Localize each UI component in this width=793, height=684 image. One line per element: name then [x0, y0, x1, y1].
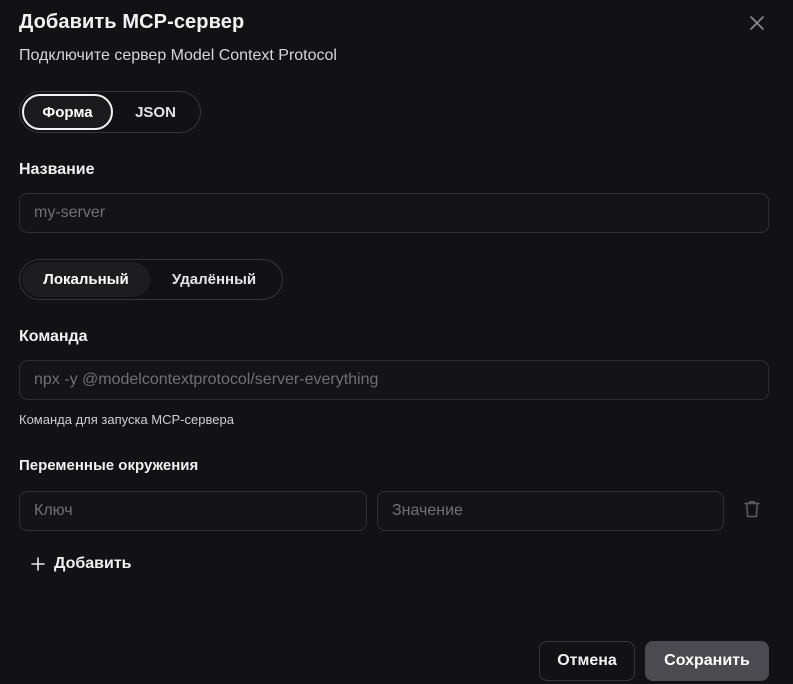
- tab-json[interactable]: JSON: [113, 94, 198, 130]
- command-hint: Команда для запуска MCP-сервера: [19, 412, 234, 427]
- trash-icon: [744, 501, 760, 518]
- name-label: Название: [19, 161, 95, 178]
- env-value-input[interactable]: [377, 491, 724, 531]
- close-icon: [750, 16, 764, 30]
- mode-toggle: Форма JSON: [19, 91, 201, 133]
- command-input[interactable]: [19, 360, 769, 400]
- add-env-label: Добавить: [54, 555, 132, 572]
- close-button[interactable]: [746, 12, 768, 34]
- name-input[interactable]: [19, 193, 769, 233]
- tab-local[interactable]: Локальный: [22, 262, 150, 297]
- env-key-input[interactable]: [19, 491, 367, 531]
- cancel-button[interactable]: Отмена: [539, 641, 635, 681]
- tab-form[interactable]: Форма: [22, 94, 113, 130]
- server-type-toggle: Локальный Удалённый: [19, 259, 283, 300]
- add-mcp-server-dialog: Добавить MCP-сервер Подключите сервер Mo…: [0, 0, 793, 684]
- plus-icon: [31, 557, 45, 571]
- dialog-title: Добавить MCP-сервер: [19, 11, 245, 33]
- command-label: Команда: [19, 328, 88, 345]
- delete-env-button[interactable]: [742, 498, 762, 520]
- save-button[interactable]: Сохранить: [645, 641, 769, 681]
- env-vars-label: Переменные окружения: [19, 457, 199, 474]
- tab-remote[interactable]: Удалённый: [150, 262, 278, 297]
- add-env-button[interactable]: Добавить: [30, 552, 132, 576]
- dialog-subtitle: Подключите сервер Model Context Protocol: [19, 47, 337, 64]
